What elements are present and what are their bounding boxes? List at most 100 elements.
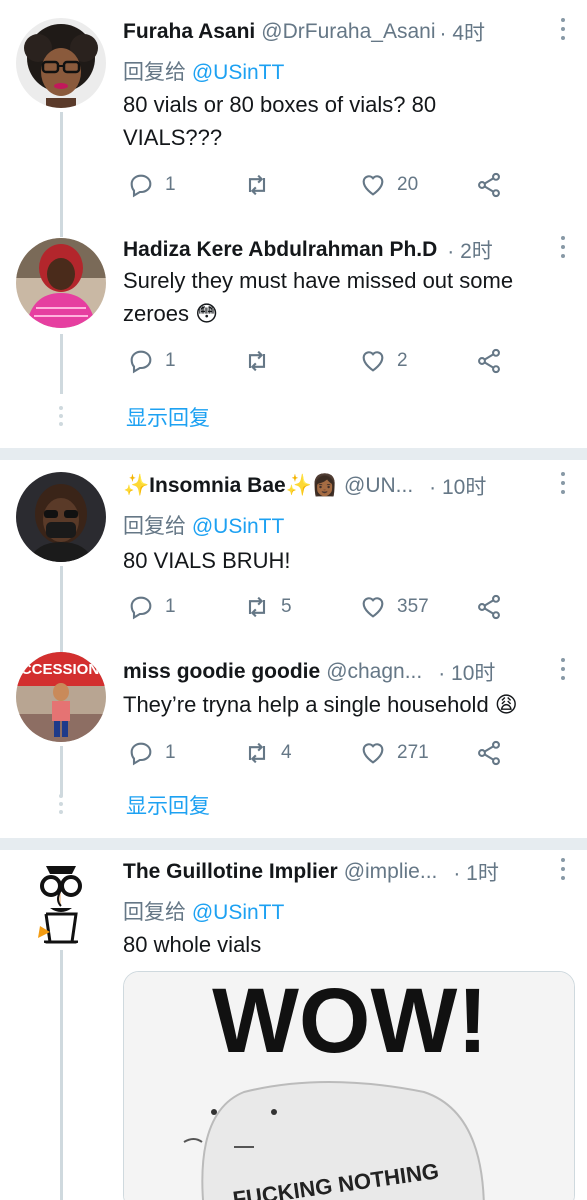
more-vertical-icon[interactable] xyxy=(561,236,567,263)
retweet-icon xyxy=(248,174,266,196)
like-count: 20 xyxy=(397,174,419,195)
tweet-text: They’re tryna help a single household 😩 xyxy=(123,688,567,721)
reply-button[interactable]: 1 xyxy=(127,346,176,376)
thread-line xyxy=(60,334,63,394)
share-icon xyxy=(478,172,500,198)
author-name[interactable]: miss goodie goodie xyxy=(123,660,320,684)
thread-line xyxy=(60,746,63,796)
tweet-text-line: 80 VIALS BRUH! xyxy=(123,548,291,573)
share-icon xyxy=(478,348,500,374)
author-handle[interactable]: @DrFuraha_Asani xyxy=(261,20,435,44)
author-name[interactable]: The Guillotine Implier xyxy=(123,860,338,884)
tweet-header: The Guillotine Implier @implie... · 1时 xyxy=(123,856,573,888)
author-handle[interactable]: @implie... xyxy=(344,860,438,884)
show-replies-link[interactable]: 显示回复 xyxy=(126,402,210,432)
show-replies-link[interactable]: 显示回复 xyxy=(126,790,210,820)
tweet-header: miss goodie goodie @chagn... · 10时 xyxy=(123,656,573,688)
retweet-icon xyxy=(248,596,266,618)
author-name[interactable]: Hadiza Kere Abdulrahman Ph.D xyxy=(123,238,437,262)
tweet-text: 80 vials or 80 boxes of vials? 80 VIALS?… xyxy=(123,88,567,154)
more-vertical-icon[interactable] xyxy=(561,18,567,45)
like-button[interactable]: 271 xyxy=(359,738,429,768)
tweet-3[interactable]: ✨ Insomnia Bae ✨👩🏾 @UN... · 10时 回复给 @USi… xyxy=(0,460,587,656)
like-count: 271 xyxy=(397,742,429,763)
share-button[interactable] xyxy=(475,346,513,376)
avatar-furaha[interactable] xyxy=(16,18,106,108)
tweet-text-line: Surely they must have missed out some xyxy=(123,268,514,293)
tweet-header: ✨ Insomnia Bae ✨👩🏾 @UN... · 10时 xyxy=(123,470,573,502)
tweet-4[interactable]: ACCESSION miss goodie goodie @chagn... ·… xyxy=(0,650,587,840)
reply-button[interactable]: 1 xyxy=(127,170,176,200)
tweet-time[interactable]: · 1时 xyxy=(453,857,499,887)
retweet-button[interactable] xyxy=(243,346,281,376)
reply-to-handle[interactable]: @USinTT xyxy=(192,901,285,924)
reply-count: 1 xyxy=(165,742,176,763)
like-button[interactable]: 357 xyxy=(359,592,429,622)
retweet-button[interactable]: 5 xyxy=(243,592,292,622)
avatar-goodie[interactable]: ACCESSION xyxy=(16,652,106,742)
reply-to-line: 回复给 @USinTT xyxy=(123,896,284,926)
author-handle[interactable]: @UN... xyxy=(344,474,413,498)
tweet-text: 80 whole vials xyxy=(123,928,567,961)
heart-icon xyxy=(362,351,384,372)
avatar-insomnia[interactable] xyxy=(16,472,106,562)
tweet-time[interactable]: · 4时 xyxy=(440,17,486,47)
thread-separator xyxy=(0,448,587,460)
reply-to-prefix: 回复给 xyxy=(123,515,186,538)
tweet-1[interactable]: Furaha Asani @DrFuraha_Asani · 4时 回复给 @U… xyxy=(0,0,587,237)
heart-icon xyxy=(362,175,384,196)
author-handle[interactable]: @chagn... xyxy=(326,660,422,684)
reply-count: 1 xyxy=(165,596,176,617)
tweet-text: 80 VIALS BRUH! xyxy=(123,544,567,577)
avatar-hadiza[interactable] xyxy=(16,238,106,328)
name-emoji-suffix: ✨👩🏾 xyxy=(285,474,338,497)
tweet-text: Surely they must have missed out some ze… xyxy=(123,264,567,330)
share-button[interactable] xyxy=(475,738,513,768)
more-vertical-icon[interactable] xyxy=(561,858,567,885)
like-button[interactable]: 2 xyxy=(359,346,408,376)
heart-icon xyxy=(362,743,384,764)
reply-to-prefix: 回复给 xyxy=(123,901,186,924)
tweet-text-line: They’re tryna help a single household 😩 xyxy=(123,692,518,717)
like-count: 2 xyxy=(397,350,408,371)
author-name[interactable]: ✨ Insomnia Bae ✨👩🏾 xyxy=(123,474,338,498)
more-vertical-icon[interactable] xyxy=(561,658,567,685)
retweet-icon xyxy=(248,742,266,764)
thread-line xyxy=(60,112,63,237)
meme-text-wow: WOW! xyxy=(212,972,488,1072)
share-button[interactable] xyxy=(475,592,513,622)
thread-separator xyxy=(0,838,587,850)
reply-button[interactable]: 1 xyxy=(127,592,176,622)
share-icon xyxy=(478,594,500,620)
more-vertical-icon[interactable] xyxy=(561,472,567,499)
retweet-button[interactable]: 4 xyxy=(243,738,292,768)
tweet-text-line: VIALS??? xyxy=(123,125,223,150)
reply-to-line: 回复给 @USinTT xyxy=(123,510,284,540)
author-name-text: Insomnia Bae xyxy=(149,474,286,497)
retweet-button[interactable] xyxy=(243,170,281,200)
author-name[interactable]: Furaha Asani xyxy=(123,20,255,44)
like-count: 357 xyxy=(397,596,429,617)
avatar-guillotine[interactable] xyxy=(16,856,106,946)
tweet-media-image[interactable]: WOW! FUCKING NOTHING xyxy=(123,971,575,1200)
name-emoji-prefix: ✨ xyxy=(123,474,150,497)
sign-text: ACCESSION xyxy=(16,661,99,678)
thread-line xyxy=(60,950,63,1200)
tweet-time[interactable]: · 10时 xyxy=(438,657,495,687)
reply-button[interactable]: 1 xyxy=(127,738,176,768)
tweet-time[interactable]: · 2时 xyxy=(447,235,493,265)
thread-dots xyxy=(59,794,64,818)
retweet-count: 4 xyxy=(281,742,292,763)
reply-to-handle[interactable]: @USinTT xyxy=(192,61,285,84)
tweet-text-line: 80 whole vials xyxy=(123,932,262,957)
reply-icon xyxy=(130,596,152,620)
reply-to-prefix: 回复给 xyxy=(123,61,186,84)
reply-icon xyxy=(130,350,152,374)
tweet-2[interactable]: Hadiza Kere Abdulrahman Ph.D · 2时 Surely… xyxy=(0,230,587,450)
tweet-header: Furaha Asani @DrFuraha_Asani · 4时 xyxy=(123,16,573,48)
tweet-time[interactable]: · 10时 xyxy=(429,471,486,501)
reply-to-handle[interactable]: @USinTT xyxy=(192,515,285,538)
like-button[interactable]: 20 xyxy=(359,170,418,200)
share-button[interactable] xyxy=(475,170,513,200)
tweet-actions: 1 4 271 xyxy=(123,738,513,768)
